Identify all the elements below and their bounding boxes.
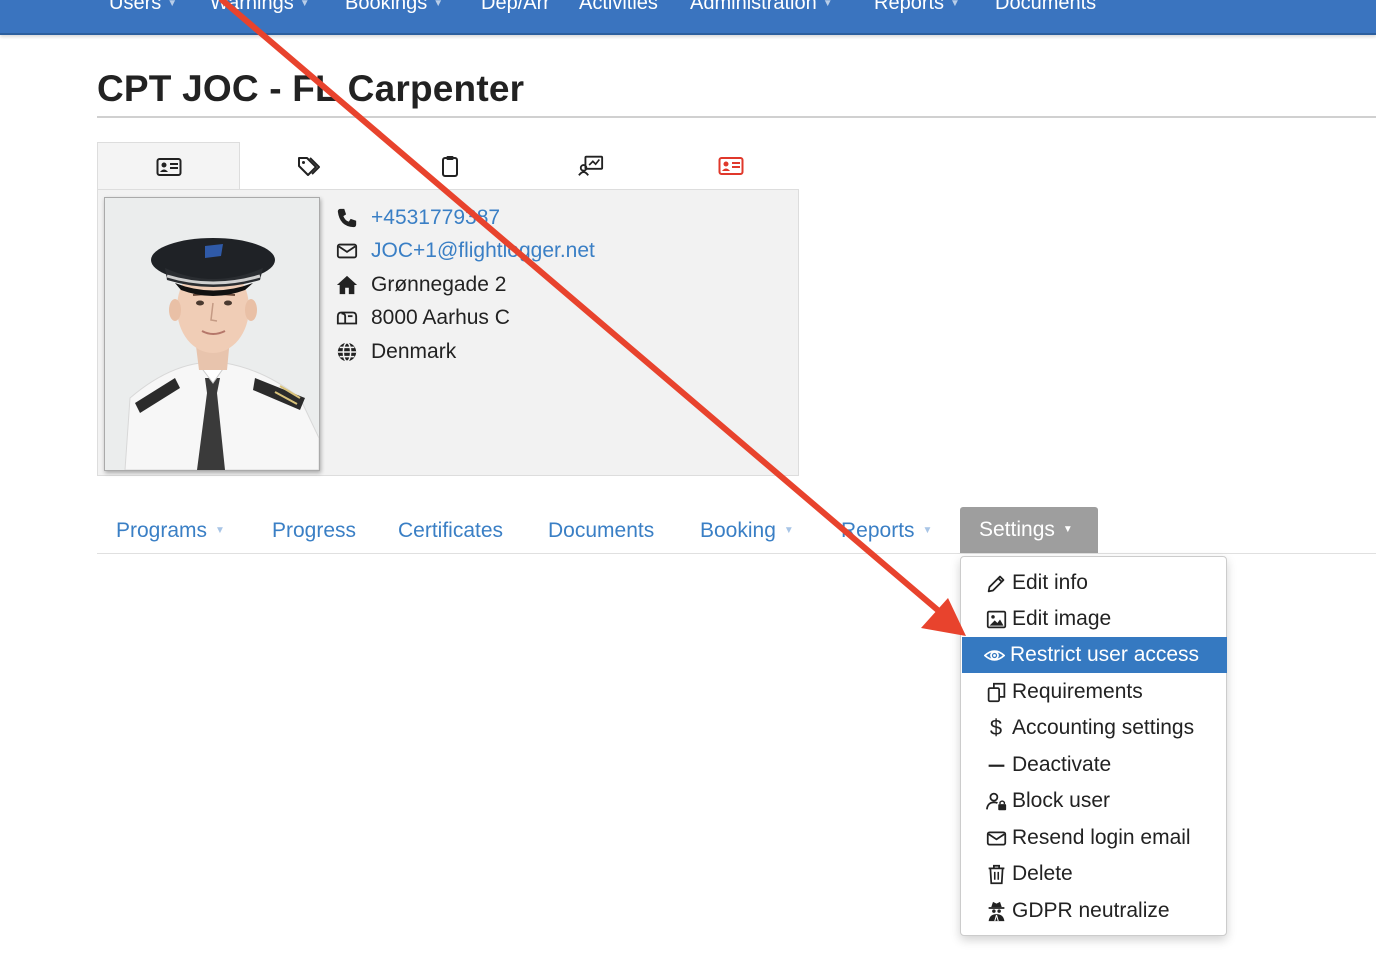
clipboard-icon [437, 155, 463, 177]
tab-progress-chart[interactable] [520, 142, 661, 190]
nav-users[interactable]: Users▼ [109, 0, 177, 15]
menu-item-restrict-user-access[interactable]: Restrict user access [962, 637, 1227, 673]
chevron-down-icon: ▼ [1063, 507, 1073, 553]
chevron-down-icon: ▼ [923, 510, 933, 552]
city-text: 8000 Aarhus C [371, 306, 510, 330]
top-navbar: Users▼ Warnings▼ Bookings▼ Dep/Arr Activ… [0, 0, 1376, 35]
phone-link[interactable]: +4531779387 [371, 206, 500, 230]
nav-reports[interactable]: Reports▼ [874, 0, 960, 15]
chevron-down-icon: ▼ [167, 0, 177, 9]
menu-item-deactivate[interactable]: Deactivate [962, 747, 1227, 783]
tab-id-card-red[interactable] [660, 142, 801, 190]
chevron-down-icon: ▼ [215, 510, 225, 552]
phone-icon [335, 207, 359, 229]
street-text: Grønnegade 2 [371, 273, 506, 297]
nav-dep-arr[interactable]: Dep/Arr [481, 0, 550, 15]
tab-certificates[interactable]: Certificates [398, 510, 503, 552]
mailbox-icon [335, 307, 359, 329]
title-divider [97, 116, 1376, 118]
chevron-down-icon: ▼ [823, 0, 833, 9]
subtabs-divider [97, 553, 1376, 554]
trash-icon [984, 863, 1008, 885]
tags-icon [296, 155, 322, 177]
globe-icon [335, 341, 359, 363]
contact-street-row: Grønnegade 2 [335, 270, 506, 300]
envelope-icon [335, 240, 359, 262]
home-icon [335, 274, 359, 296]
menu-item-delete[interactable]: Delete [962, 856, 1227, 892]
page-title: CPT JOC - FL Carpenter [97, 68, 524, 110]
id-card-icon [156, 156, 182, 178]
nav-activities[interactable]: Activities [579, 0, 658, 15]
tab-documents[interactable]: Documents [548, 510, 654, 552]
contact-phone-row: +4531779387 [335, 203, 500, 233]
contact-country-row: Denmark [335, 337, 456, 367]
chevron-down-icon: ▼ [950, 0, 960, 9]
user-chart-icon [578, 155, 604, 177]
minus-icon [984, 754, 1008, 776]
envelope-icon [984, 827, 1008, 849]
tab-booking[interactable]: Booking▼ [700, 510, 794, 552]
tab-profile-info[interactable] [97, 142, 240, 191]
nav-documents[interactable]: Documents [995, 0, 1096, 15]
contact-email-row: JOC+1@flightlogger.net [335, 236, 595, 266]
user-secret-icon [984, 900, 1008, 922]
tab-reports[interactable]: Reports▼ [841, 510, 932, 552]
tab-programs[interactable]: Programs▼ [116, 510, 225, 552]
user-lock-icon [984, 790, 1008, 812]
chevron-down-icon: ▼ [433, 0, 443, 9]
dollar-icon: $ [984, 717, 1008, 739]
image-icon [984, 608, 1008, 630]
menu-item-edit-info[interactable]: Edit info [962, 565, 1227, 601]
nav-bookings[interactable]: Bookings▼ [345, 0, 443, 15]
id-card-red-icon [718, 155, 744, 177]
nav-administration[interactable]: Administration▼ [690, 0, 833, 15]
chevron-down-icon: ▼ [300, 0, 310, 9]
menu-item-gdpr-neutralize[interactable]: GDPR neutralize [962, 893, 1227, 929]
tab-progress[interactable]: Progress [272, 510, 356, 552]
profile-photo [104, 197, 320, 471]
tab-clipboard[interactable] [379, 142, 520, 190]
email-link[interactable]: JOC+1@flightlogger.net [371, 239, 595, 263]
menu-item-requirements[interactable]: Requirements [962, 674, 1227, 710]
eye-icon [982, 644, 1006, 666]
settings-dropdown-menu: Edit info Edit image Restrict user acces… [960, 556, 1227, 936]
menu-item-resend-login-email[interactable]: Resend login email [962, 820, 1227, 856]
country-text: Denmark [371, 340, 456, 364]
tab-tags[interactable] [238, 142, 379, 190]
pencil-icon [984, 572, 1008, 594]
tab-settings[interactable]: Settings▼ [960, 507, 1098, 553]
menu-item-block-user[interactable]: Block user [962, 783, 1227, 819]
chevron-down-icon: ▼ [784, 510, 794, 552]
pilot-portrait [105, 198, 319, 470]
menu-item-accounting-settings[interactable]: $ Accounting settings [962, 710, 1227, 746]
nav-warnings[interactable]: Warnings▼ [210, 0, 310, 15]
menu-item-edit-image[interactable]: Edit image [962, 601, 1227, 637]
contact-city-row: 8000 Aarhus C [335, 303, 510, 333]
copy-icon [984, 681, 1008, 703]
